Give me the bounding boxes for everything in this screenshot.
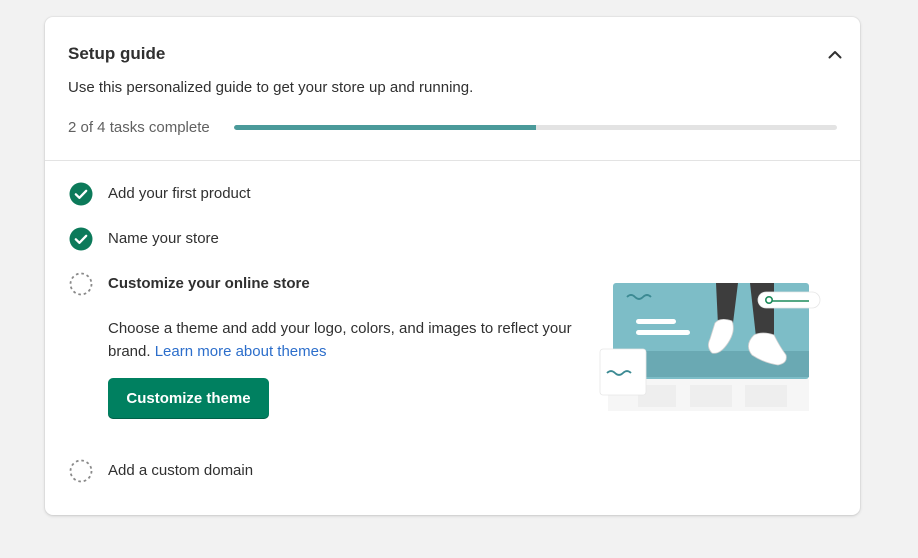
setup-guide-header: Setup guide Use this personalized guide … — [45, 17, 860, 161]
task-description: Choose a theme and add your logo, colors… — [108, 317, 578, 363]
progress-text: 2 of 4 tasks complete — [68, 119, 210, 136]
dashed-circle-icon[interactable] — [69, 459, 93, 483]
online-store-illustration — [599, 283, 821, 411]
task-label[interactable]: Customize your online store — [108, 275, 310, 292]
setup-guide-subtitle: Use this personalized guide to get your … — [68, 79, 474, 96]
progress-bar — [234, 125, 837, 130]
customize-theme-button[interactable]: Customize theme — [108, 378, 269, 419]
setup-guide-title: Setup guide — [68, 44, 166, 63]
chevron-up-icon — [828, 50, 842, 58]
learn-more-themes-link[interactable]: Learn more about themes — [155, 343, 327, 360]
setup-guide-card: Setup guide Use this personalized guide … — [45, 17, 860, 515]
progress-bar-fill — [234, 125, 536, 130]
task-label[interactable]: Add a custom domain — [108, 462, 253, 479]
collapse-button[interactable] — [821, 43, 849, 65]
task-label[interactable]: Name your store — [108, 230, 219, 247]
task-label[interactable]: Add your first product — [108, 185, 251, 202]
checkmark-circle-icon[interactable] — [69, 182, 93, 206]
dashed-circle-icon[interactable] — [69, 272, 93, 296]
checkmark-circle-icon[interactable] — [69, 227, 93, 251]
